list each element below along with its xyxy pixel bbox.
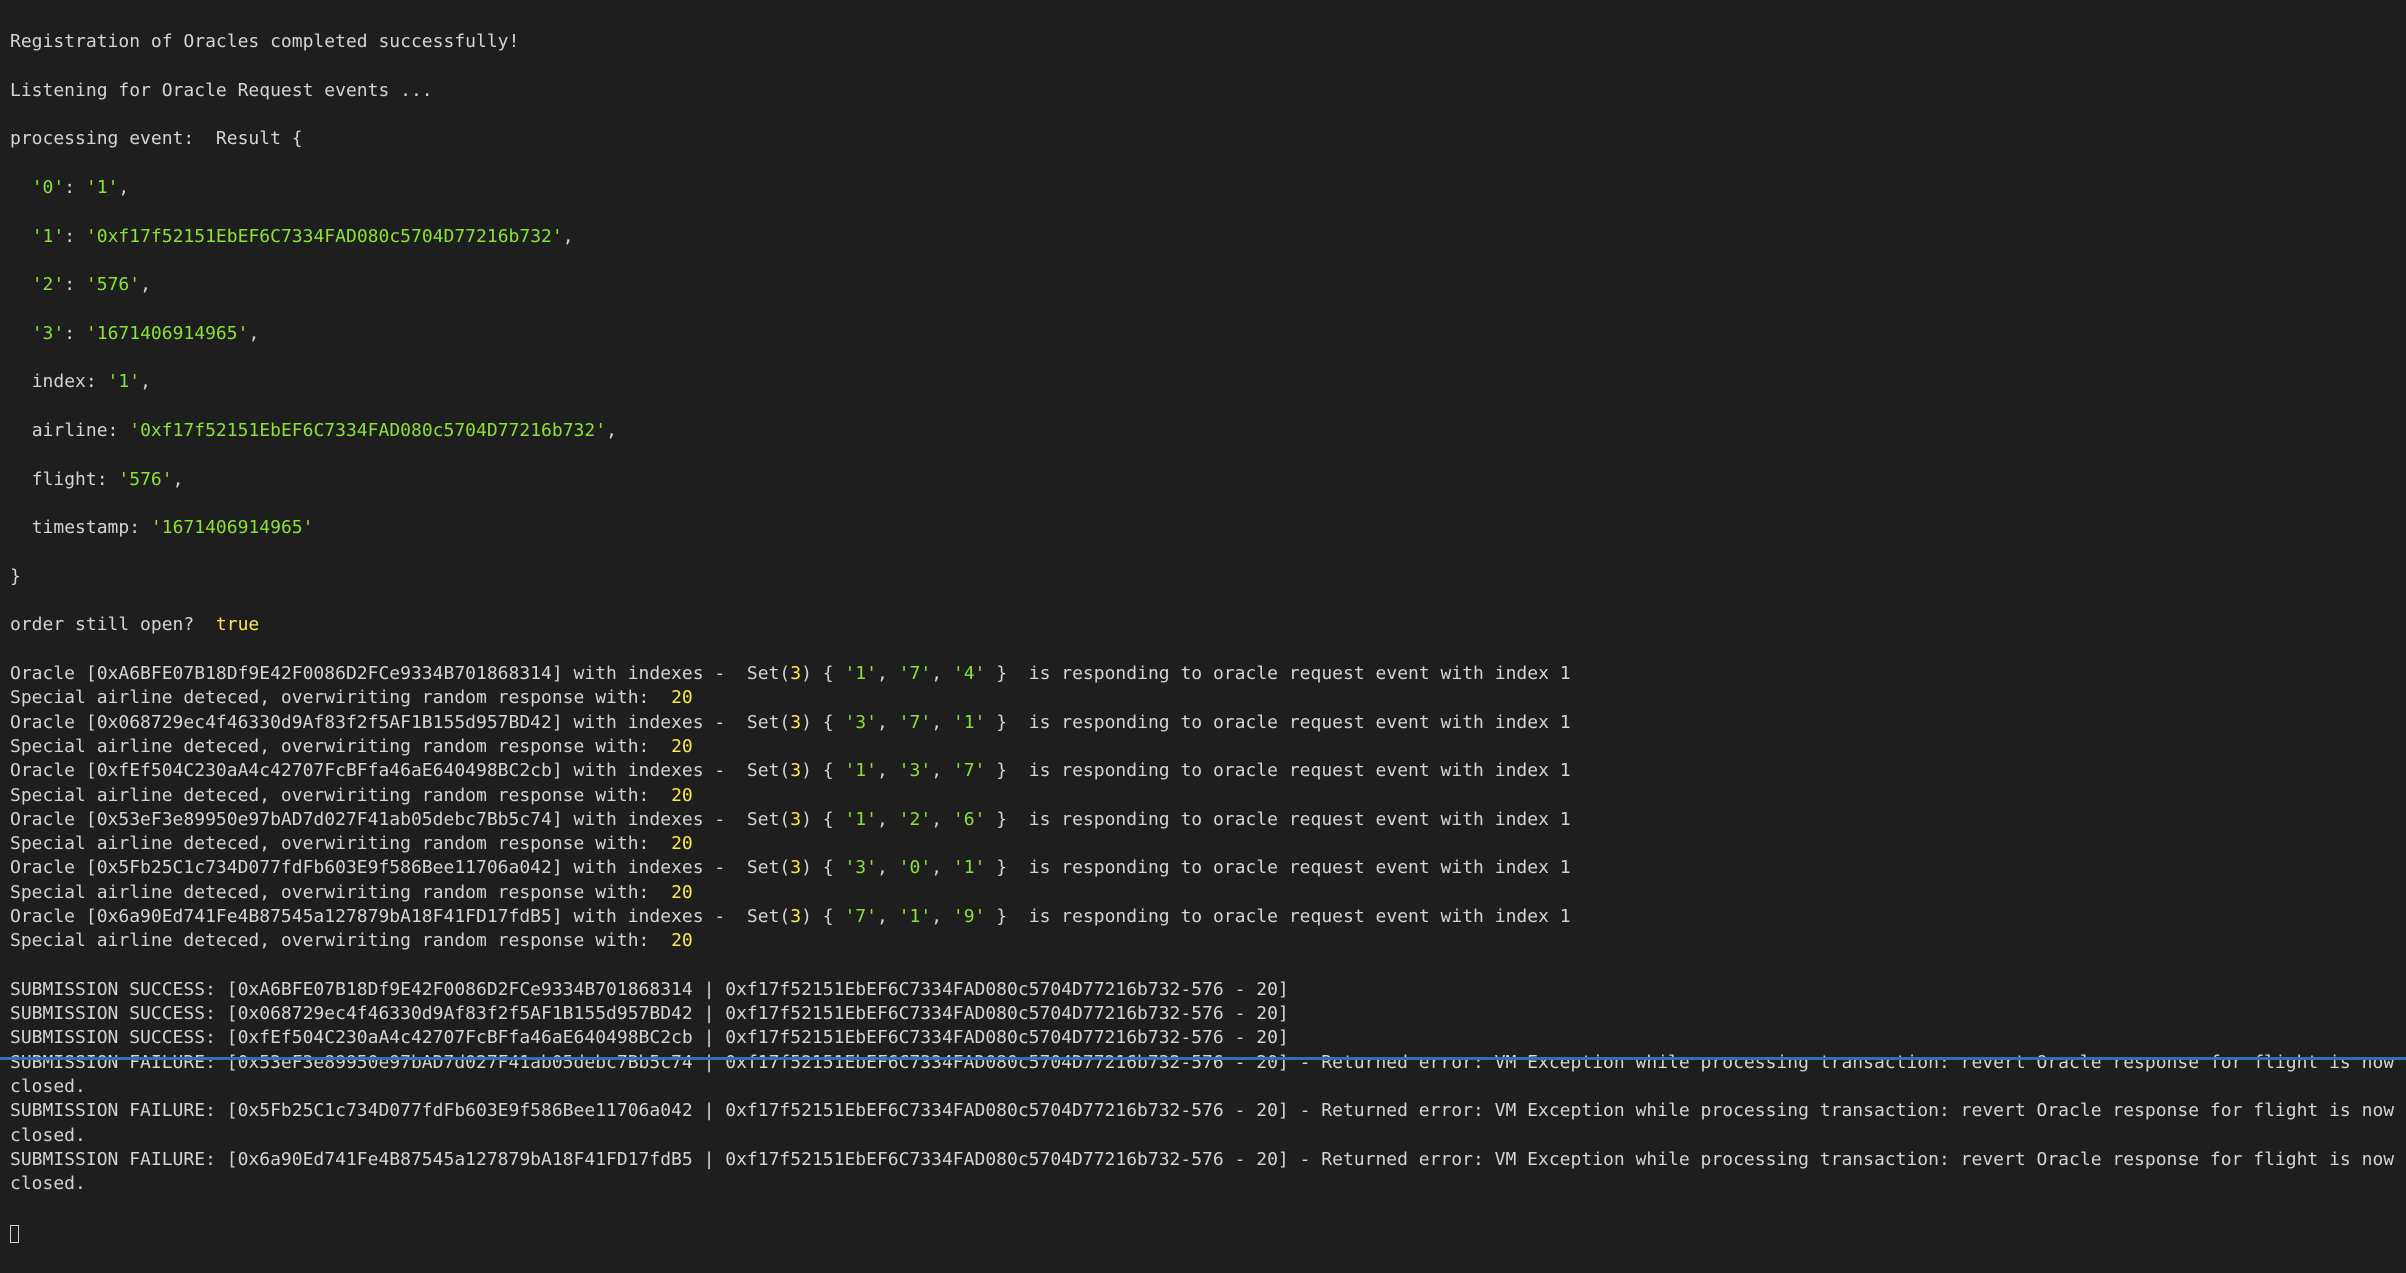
- comma: ,: [173, 469, 184, 490]
- special-airline-line: Special airline deteced, overwiriting ra…: [10, 784, 2396, 808]
- special-airline-line: Special airline deteced, overwiriting ra…: [10, 686, 2396, 710]
- submission-line: SUBMISSION FAILURE: [0x5Fb25C1c734D077fd…: [10, 1099, 2396, 1148]
- result-key: '3': [32, 323, 65, 344]
- result-label: flight:: [10, 469, 118, 490]
- submission-lines: SUBMISSION SUCCESS: [0xA6BFE07B18Df9E42F…: [10, 978, 2396, 1197]
- comma: ,: [606, 420, 617, 441]
- result-key: '0': [32, 177, 65, 198]
- result-label: timestamp:: [10, 517, 151, 538]
- result-entry: '2': '576',: [10, 273, 2396, 297]
- result-value: '1': [86, 177, 119, 198]
- special-airline-line: Special airline deteced, overwiriting ra…: [10, 735, 2396, 759]
- oracle-response-line: Oracle [0x5Fb25C1c734D077fdFb603E9f586Be…: [10, 856, 2396, 880]
- comma: ,: [563, 226, 574, 247]
- cursor-line: [10, 1221, 2396, 1245]
- special-airline-line: Special airline deteced, overwiriting ra…: [10, 881, 2396, 905]
- result-value: '1671406914965': [151, 517, 314, 538]
- result-value: '576': [118, 469, 172, 490]
- order-value: true: [216, 614, 259, 635]
- oracle-response-line: Oracle [0x53eF3e89950e97bAD7d027F41ab05d…: [10, 808, 2396, 832]
- oracle-response-line: Oracle [0x068729ec4f46330d9Af83f2f5AF1B1…: [10, 711, 2396, 735]
- result-value: '1': [108, 371, 141, 392]
- result-label: index:: [10, 371, 108, 392]
- result-value: '0xf17f52151EbEF6C7334FAD080c5704D77216b…: [86, 226, 563, 247]
- log-line: processing event: Result {: [10, 127, 2396, 151]
- oracle-response-line: Oracle [0x6a90Ed741Fe4B87545a127879bA18F…: [10, 905, 2396, 929]
- result-entry: '1': '0xf17f52151EbEF6C7334FAD080c5704D7…: [10, 225, 2396, 249]
- close-brace: }: [10, 565, 2396, 589]
- cursor-icon: [10, 1225, 19, 1243]
- result-entry: '0': '1',: [10, 176, 2396, 200]
- special-airline-line: Special airline deteced, overwiriting ra…: [10, 832, 2396, 856]
- oracle-lines: Oracle [0xA6BFE07B18Df9E42F0086D2FCe9334…: [10, 662, 2396, 954]
- submission-line: SUBMISSION FAILURE: [0x6a90Ed741Fe4B8754…: [10, 1148, 2396, 1197]
- result-key: '1': [32, 226, 65, 247]
- comma: ,: [140, 274, 151, 295]
- result-value: '0xf17f52151EbEF6C7334FAD080c5704D77216b…: [129, 420, 606, 441]
- special-airline-line: Special airline deteced, overwiriting ra…: [10, 929, 2396, 953]
- result-entry: '3': '1671406914965',: [10, 322, 2396, 346]
- order-prefix: order still open?: [10, 614, 216, 635]
- result-value: '1671406914965': [86, 323, 249, 344]
- comma: ,: [118, 177, 129, 198]
- colon: :: [64, 323, 86, 344]
- result-entry: flight: '576',: [10, 468, 2396, 492]
- colon: :: [64, 226, 86, 247]
- result-entry: timestamp: '1671406914965': [10, 516, 2396, 540]
- result-value: '576': [86, 274, 140, 295]
- order-line: order still open? true: [10, 613, 2396, 637]
- oracle-response-line: Oracle [0xfEf504C230aA4c42707FcBFfa46aE6…: [10, 759, 2396, 783]
- colon: :: [64, 177, 86, 198]
- log-line: Listening for Oracle Request events ...: [10, 79, 2396, 103]
- result-entry: airline: '0xf17f52151EbEF6C7334FAD080c57…: [10, 419, 2396, 443]
- comma: ,: [140, 371, 151, 392]
- comma: ,: [248, 323, 259, 344]
- submission-line: SUBMISSION SUCCESS: [0xA6BFE07B18Df9E42F…: [10, 978, 2396, 1002]
- result-label: airline:: [10, 420, 129, 441]
- terminal-output[interactable]: Registration of Oracles completed succes…: [0, 0, 2406, 1273]
- oracle-response-line: Oracle [0xA6BFE07B18Df9E42F0086D2FCe9334…: [10, 662, 2396, 686]
- submission-line: SUBMISSION SUCCESS: [0xfEf504C230aA4c427…: [10, 1026, 2396, 1050]
- submission-line: SUBMISSION SUCCESS: [0x068729ec4f46330d9…: [10, 1002, 2396, 1026]
- result-entry: index: '1',: [10, 370, 2396, 394]
- result-key: '2': [32, 274, 65, 295]
- colon: :: [64, 274, 86, 295]
- log-line: Registration of Oracles completed succes…: [10, 30, 2396, 54]
